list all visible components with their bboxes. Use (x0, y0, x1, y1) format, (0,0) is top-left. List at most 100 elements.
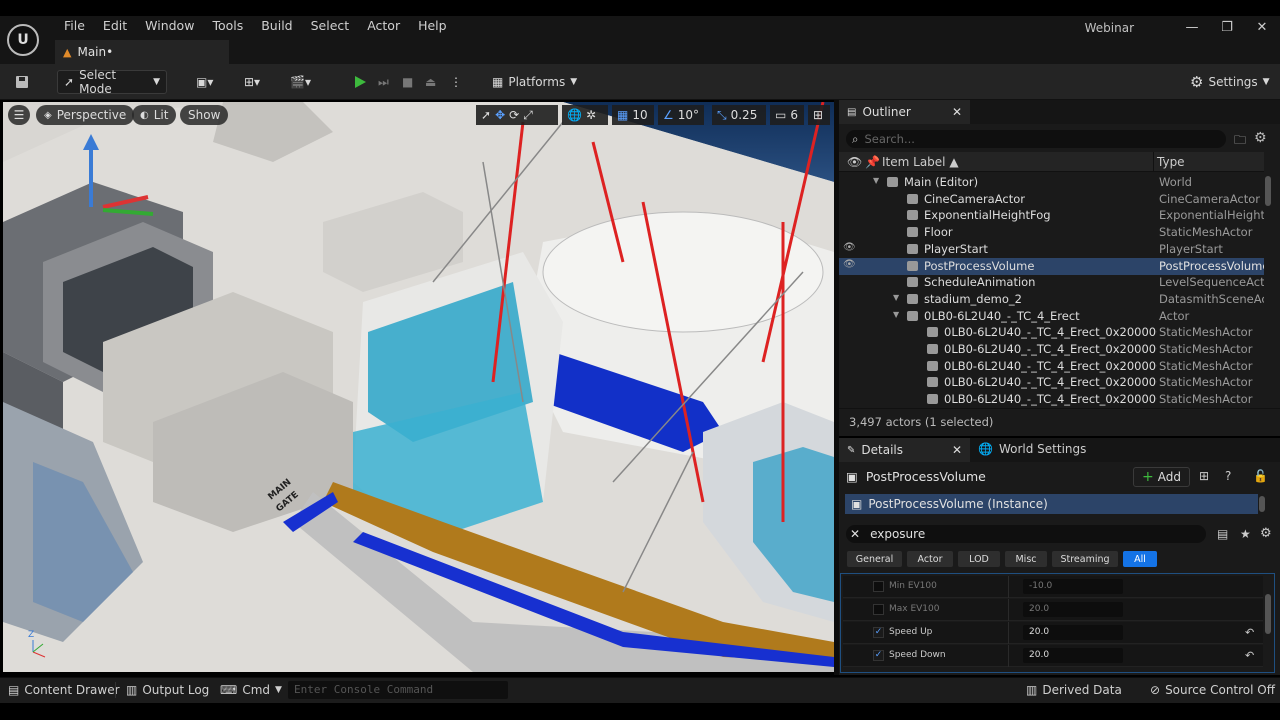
minimize-icon[interactable]: — (1180, 20, 1204, 35)
viewport-menu-icon[interactable]: ☰ (8, 105, 30, 125)
add-content-button[interactable]: ▣▾ (190, 70, 219, 94)
surface-snap-icon[interactable]: ✲ (586, 108, 596, 122)
select-tool-icon[interactable]: ➚ (481, 108, 491, 122)
visibility-eye-icon[interactable]: 👁 (843, 259, 856, 270)
outliner-row[interactable]: 0LB0-6L2U40_-_TC_4_Erect_0x2000000 Static… (839, 341, 1264, 358)
level-viewport[interactable]: MAIN GATE Z (3, 102, 834, 672)
folder-add-icon[interactable]: 🗀 (1234, 131, 1246, 152)
expand-chevron-icon[interactable]: ▼ (893, 310, 899, 319)
override-checkbox[interactable] (873, 604, 884, 615)
outliner-close-icon[interactable]: ✕ (952, 105, 962, 119)
outliner-scrollbar[interactable] (1265, 176, 1271, 206)
select-mode-dropdown[interactable]: ➚ Select Mode ▼ (57, 68, 167, 96)
menu-actor[interactable]: Actor (358, 18, 409, 33)
filter-streaming[interactable]: Streaming (1052, 551, 1118, 567)
scale-tool-icon[interactable]: ⤢ (523, 108, 533, 123)
outliner-row[interactable]: 👁 PlayerStart PlayerStart (839, 241, 1264, 258)
outliner-row[interactable]: 0LB0-6L2U40_-_TC_4_Erect_0x2000000 Static… (839, 324, 1264, 341)
derived-data-button[interactable]: ▥ Derived Data (1026, 682, 1122, 698)
reset-to-default-icon[interactable]: ↶ (1245, 626, 1254, 639)
play-button[interactable] (346, 70, 374, 94)
rotate-tool-icon[interactable]: ⟳ (509, 108, 519, 122)
world-space-icon[interactable]: 🌐 (567, 108, 582, 122)
menu-window[interactable]: Window (136, 18, 203, 33)
menu-edit[interactable]: Edit (94, 18, 136, 33)
menu-file[interactable]: File (55, 18, 94, 33)
details-close-icon[interactable]: ✕ (952, 443, 962, 457)
show-dropdown[interactable]: Show (180, 105, 229, 125)
outliner-row[interactable]: 0LB0-6L2U40_-_TC_4_Erect_0x2000000 Static… (839, 374, 1264, 391)
more-options-icon[interactable]: ⋮ (444, 70, 468, 94)
menu-select[interactable]: Select (302, 18, 359, 33)
outliner-row[interactable]: ExponentialHeightFog ExponentialHeightFog (839, 207, 1264, 224)
expand-chevron-icon[interactable]: ▼ (893, 293, 899, 302)
translate-tool-icon[interactable]: ✥ (495, 108, 505, 122)
camera-speed-button[interactable]: ▭ 6 (770, 105, 804, 125)
rotation-snap-toggle[interactable]: ∠ 10° (658, 105, 704, 125)
blueprint-button[interactable]: ⊞▾ (238, 70, 266, 94)
advance-frame-icon[interactable]: ⏭ (372, 70, 395, 94)
close-icon[interactable]: ✕ (1250, 20, 1274, 35)
details-search-input[interactable]: ✕ exposure (846, 525, 1206, 543)
blueprint-convert-icon[interactable]: ⊞ (1199, 469, 1209, 483)
outliner-row[interactable]: 0LB0-6L2U40_-_TC_4_Erect_0x2000000 Static… (839, 358, 1264, 375)
outliner-row[interactable]: CineCameraActor CineCameraActor (839, 191, 1264, 208)
override-checkbox[interactable] (873, 581, 884, 592)
type-column-header[interactable]: Type (1157, 155, 1185, 169)
unreal-logo-icon[interactable]: U (7, 24, 39, 56)
menu-tools[interactable]: Tools (203, 18, 252, 33)
details-scrollbar[interactable] (1265, 594, 1271, 634)
favorites-icon[interactable]: ★ (1240, 527, 1251, 541)
clear-search-icon[interactable]: ✕ (850, 527, 860, 541)
stop-icon[interactable]: ■ (396, 70, 419, 94)
outliner-row[interactable]: 0LB0-6L2U40_-_TC_4_Erect_0x2000000 Static… (839, 391, 1264, 408)
visibility-column-icon[interactable]: 👁 (847, 155, 862, 169)
lit-dropdown[interactable]: ◐ Lit (132, 105, 177, 125)
viewport-layout-icon[interactable]: ⊞ (808, 105, 830, 125)
output-log-button[interactable]: ▥ Output Log (126, 682, 209, 698)
grid-snap-toggle[interactable]: ▦ 10 (612, 105, 654, 125)
scale-snap-toggle[interactable]: ⤡ 0.25 (712, 105, 766, 125)
outliner-row[interactable]: ▼ stadium_demo_2 DatasmithSceneActor (839, 291, 1264, 308)
restore-icon[interactable]: ❐ (1215, 20, 1239, 35)
filter-actor[interactable]: Actor (907, 551, 953, 567)
cmd-dropdown[interactable]: ⌨ Cmd ▼ (220, 682, 282, 698)
source-control-button[interactable]: ⊘ Source Control Off (1150, 682, 1275, 698)
eject-icon[interactable]: ⏏ (419, 70, 442, 94)
property-matrix-icon[interactable]: ▤ (1217, 527, 1228, 541)
component-instance-row[interactable]: ▣ PostProcessVolume (Instance) (845, 494, 1258, 514)
outliner-search-input[interactable]: ⌕ Search... (846, 130, 1226, 148)
property-value-input[interactable]: -10.0 (1023, 579, 1123, 594)
help-icon[interactable]: ? (1225, 469, 1231, 483)
property-value-input[interactable]: 20.0 (1023, 602, 1123, 617)
cinematics-button[interactable]: 🎬▾ (284, 70, 317, 94)
menu-help[interactable]: Help (409, 18, 456, 33)
visibility-eye-icon[interactable]: 👁 (843, 242, 856, 253)
add-component-button[interactable]: + Add (1133, 467, 1190, 487)
outliner-row[interactable]: Floor StaticMeshActor (839, 224, 1264, 241)
level-tab[interactable]: ▲ Main• (55, 40, 229, 64)
outliner-row[interactable]: ScheduleAnimation LevelSequenceActor (839, 274, 1264, 291)
world-settings-tab[interactable]: 🌐 World Settings (978, 442, 1086, 456)
property-value-input[interactable]: 20.0 (1023, 625, 1123, 640)
settings-dropdown[interactable]: ⚙ Settings ▼ (1184, 70, 1276, 94)
expand-chevron-icon[interactable]: ▼ (873, 176, 879, 185)
component-scrollbar[interactable] (1259, 496, 1265, 512)
property-value-input[interactable]: 20.0 (1023, 648, 1123, 663)
menu-build[interactable]: Build (252, 18, 301, 33)
save-icon[interactable] (8, 70, 36, 94)
outliner-row[interactable]: 👁 PostProcessVolume PostProcessVolume (839, 257, 1264, 275)
filter-lod[interactable]: LOD (958, 551, 1000, 567)
console-command-input[interactable]: Enter Console Command (288, 681, 508, 699)
filter-misc[interactable]: Misc (1005, 551, 1047, 567)
filter-all[interactable]: All (1123, 551, 1157, 567)
details-settings-icon[interactable]: ⚙ (1260, 526, 1272, 541)
content-drawer-button[interactable]: ▤ Content Drawer (8, 682, 120, 698)
platforms-dropdown[interactable]: ▦ Platforms ▼ (486, 70, 583, 94)
perspective-dropdown[interactable]: ◈ Perspective (36, 105, 135, 125)
outliner-row[interactable]: ▼ Main (Editor) World (839, 174, 1264, 191)
lock-icon[interactable]: 🔓 (1253, 469, 1268, 483)
override-checkbox[interactable]: ✓ (873, 627, 884, 638)
outliner-settings-icon[interactable]: ⚙ (1254, 130, 1267, 146)
details-tab[interactable]: ✎ Details ✕ (839, 438, 970, 462)
